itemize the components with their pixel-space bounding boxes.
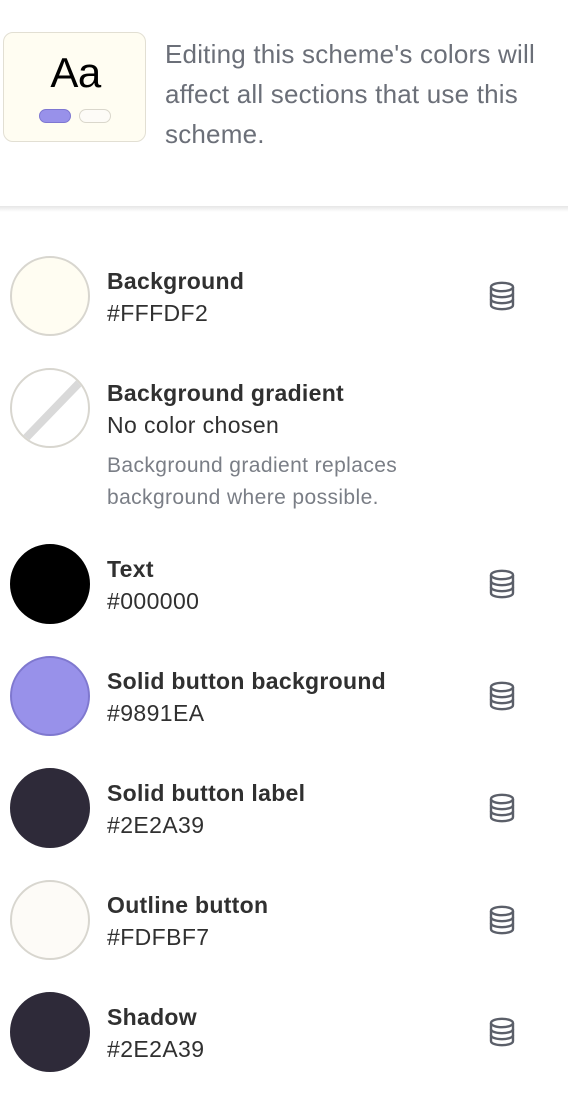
preview-solid-button (39, 109, 71, 123)
database-icon[interactable] (483, 1013, 521, 1051)
color-label: Shadow (107, 1004, 197, 1030)
color-swatch-shadow[interactable] (10, 992, 90, 1072)
color-value[interactable]: #000000 (107, 586, 199, 616)
color-swatch-outline-button[interactable] (10, 880, 90, 960)
database-icon[interactable] (483, 565, 521, 603)
database-icon[interactable] (483, 677, 521, 715)
scheme-description: Editing this scheme's colors will affect… (165, 39, 535, 149)
color-value[interactable]: #FFFDF2 (107, 298, 208, 328)
no-color-slash-icon (21, 377, 85, 443)
color-label: Background gradient (107, 380, 345, 406)
color-label: Background (107, 268, 245, 294)
color-value[interactable]: No color chosen (107, 410, 279, 440)
header-divider (0, 206, 568, 212)
color-label: Outline button (107, 892, 269, 918)
color-swatch-text[interactable] (10, 544, 90, 624)
color-value[interactable]: #FDFBF7 (107, 922, 209, 952)
preview-outline-button (79, 109, 111, 123)
color-swatch-solid-button-background[interactable] (10, 656, 90, 736)
color-swatch-solid-button-label[interactable] (10, 768, 90, 848)
color-label: Solid button background (107, 668, 387, 694)
color-swatch-empty[interactable] (10, 368, 90, 448)
database-icon[interactable] (483, 901, 521, 939)
color-value[interactable]: #2E2A39 (107, 1034, 204, 1064)
color-value[interactable]: #2E2A39 (107, 810, 204, 840)
color-label: Solid button label (107, 780, 306, 806)
color-help-text: Background gradient replaces background … (107, 454, 398, 509)
color-swatch-background[interactable] (10, 256, 90, 336)
database-icon[interactable] (483, 277, 521, 315)
scheme-header: Aa Editing this scheme's colors will aff… (0, 0, 568, 207)
database-icon[interactable] (483, 789, 521, 827)
color-label: Text (107, 556, 154, 582)
scheme-preview-card: Aa (3, 32, 146, 142)
color-value[interactable]: #9891EA (107, 698, 204, 728)
preview-sample-text: Aa (50, 49, 101, 96)
